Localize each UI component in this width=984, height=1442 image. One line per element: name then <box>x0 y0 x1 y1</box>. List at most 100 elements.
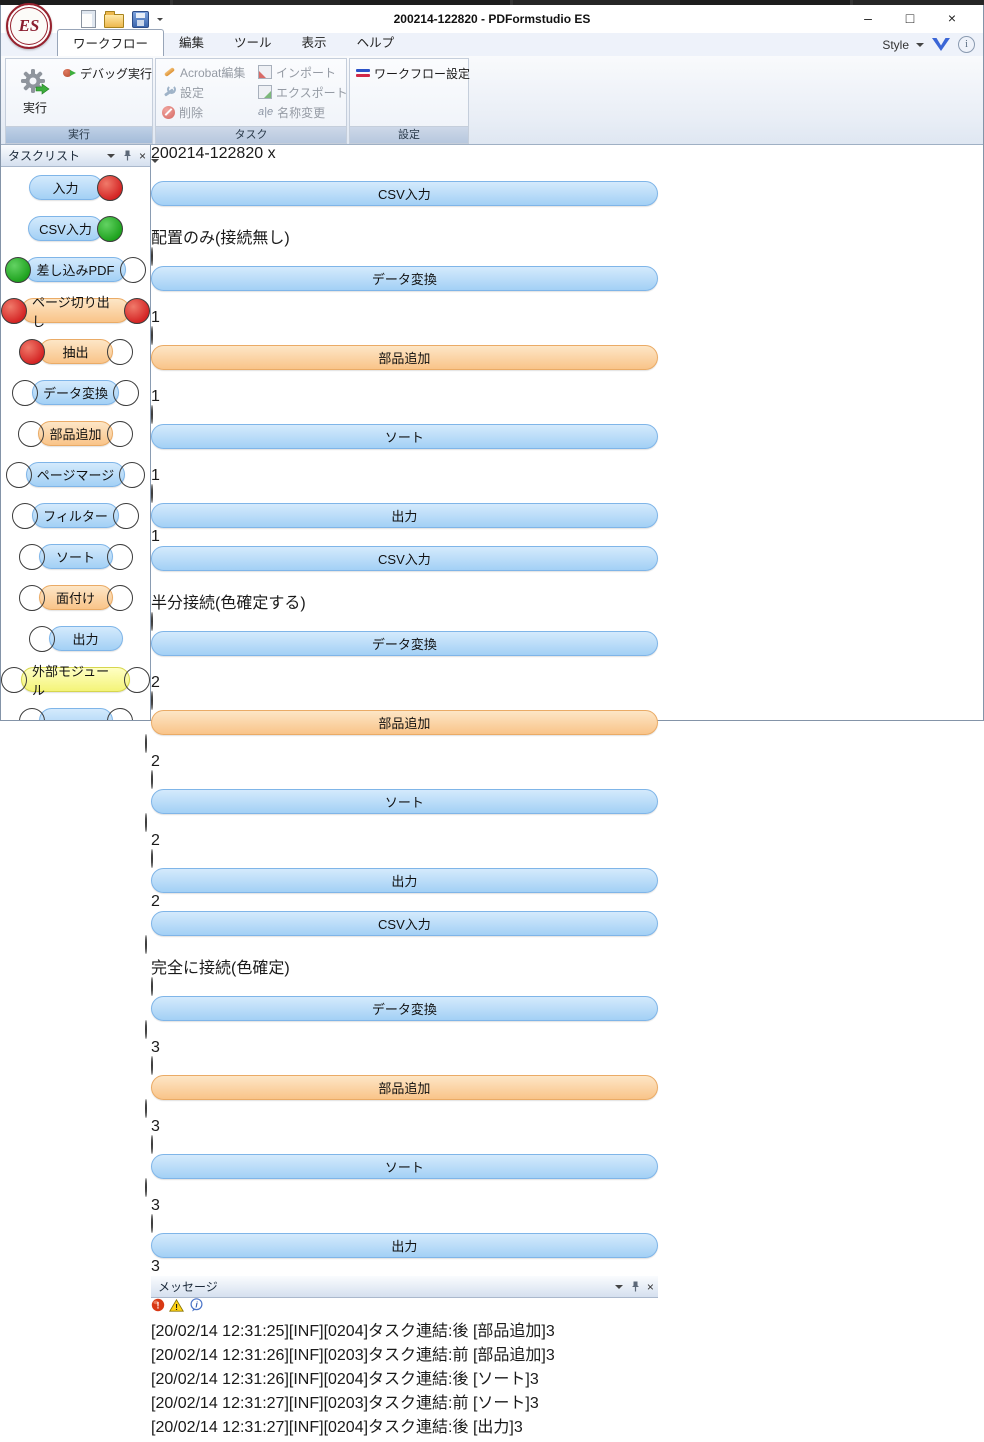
flow-node-add-parts-1[interactable]: 部品追加1 <box>151 327 658 406</box>
task-template-page-cut[interactable]: ページ切り出し <box>1 290 150 331</box>
task-settings-button[interactable]: 設定 <box>162 82 245 102</box>
minimize-button[interactable]: – <box>847 5 889 31</box>
task-template-partial-item[interactable] <box>1 700 150 720</box>
yellow-circle <box>107 339 133 365</box>
export-button[interactable]: エクスポート <box>258 82 348 102</box>
maximize-button[interactable]: □ <box>889 5 931 31</box>
rename-icon: a|e <box>258 106 273 118</box>
flow-node-data-convert-3[interactable]: データ変換3 <box>151 978 658 1057</box>
task-template-page-merge[interactable]: ページマージ <box>1 454 150 495</box>
pill-label: データ変換 <box>372 269 437 288</box>
flag-bars-icon <box>356 67 370 79</box>
green-circle <box>5 257 31 283</box>
red-circle <box>1 298 27 324</box>
task-template-input[interactable]: 入力 <box>1 167 150 208</box>
task-template-imposition[interactable]: 面付け <box>1 577 150 618</box>
flow-node-add-parts-3[interactable]: 部品追加3 <box>151 1057 658 1136</box>
tri-gby-circle <box>151 247 153 266</box>
tri-gby-circle <box>6 462 32 488</box>
application-logo[interactable]: ES <box>6 3 52 49</box>
flow-node-sort-2[interactable]: ソート2 <box>151 771 658 850</box>
ribbon-group-run-label: 実行 <box>6 126 152 143</box>
node-body: 部品追加 <box>151 327 658 388</box>
rename-button[interactable]: a|e 名称変更 <box>258 102 348 122</box>
node-caption: 3 <box>151 1258 658 1276</box>
flow-node-output-3[interactable]: 出力3 <box>151 1215 658 1276</box>
task-template-external-module[interactable]: 外部モジュール <box>1 659 150 700</box>
red-circle <box>97 175 123 201</box>
pill-label: データ変換 <box>372 999 437 1018</box>
flow-node-sort-3[interactable]: ソート 3 <box>151 1136 658 1215</box>
pill-label: 部品追加 <box>378 713 430 732</box>
task-template-mail-merge-pdf[interactable]: 差し込みPDF <box>1 249 150 290</box>
flow-node-add-parts-2[interactable]: 部品追加2 <box>151 692 658 771</box>
flow-node-csv-input-half-connected[interactable]: CSV入力半分接続(色確定する) <box>151 546 658 613</box>
tab-view[interactable]: 表示 <box>287 29 342 56</box>
close-button[interactable]: × <box>931 5 973 31</box>
pin-icon[interactable] <box>630 1281 640 1292</box>
flow-node-output-2[interactable]: 出力2 <box>151 850 658 911</box>
style-dropdown-icon[interactable] <box>916 43 924 47</box>
workflow-canvas[interactable]: CSV入力配置のみ(接続無し)データ変換1部品追加1ソート1出力1CSV入力半分… <box>151 181 658 1276</box>
acrobat-edit-label: Acrobat編集 <box>180 64 245 81</box>
warning-triangle-icon: ! <box>169 1299 184 1312</box>
tri-gby-circle <box>113 503 139 529</box>
document-tab[interactable]: 200214-122820 x <box>151 145 658 163</box>
node-caption: 3 <box>151 1197 658 1215</box>
yellow-circle <box>120 257 146 283</box>
flow-node-data-convert-2[interactable]: データ変換2 <box>151 613 658 692</box>
svg-text:!: ! <box>157 1301 160 1311</box>
tab-edit[interactable]: 編集 <box>164 29 219 56</box>
node-body: 出力 <box>151 1215 658 1258</box>
panel-menu-icon[interactable] <box>615 1285 623 1289</box>
task-template-add-parts[interactable]: 部品追加 <box>1 413 150 454</box>
task-template-filter[interactable]: フィルター <box>1 495 150 536</box>
flow-node-csv-input-fully-connected[interactable]: CSV入力完全に接続(色確定) <box>151 911 658 978</box>
task-template-sort[interactable]: ソート <box>1 536 150 577</box>
task-template-extract[interactable]: 抽出 <box>1 331 150 372</box>
task-pill: 出力 <box>49 626 123 651</box>
tab-help[interactable]: ヘルプ <box>342 29 410 56</box>
run-button[interactable]: 実行 <box>11 61 59 123</box>
flow-node-sort-1[interactable]: ソート1 <box>151 406 658 485</box>
import-button[interactable]: インポート <box>258 62 348 82</box>
log-line: [20/02/14 12:31:26][INF][0203]タスク連結:前 [部… <box>151 1341 658 1365</box>
pill-label: ソート <box>385 1157 424 1176</box>
tab-workflow[interactable]: ワークフロー <box>57 29 164 56</box>
workflow-settings-button[interactable]: ワークフロー設定 <box>356 63 470 83</box>
flow-node-output-1[interactable]: 出力1 <box>151 485 658 546</box>
node-pill: ソート <box>151 1154 658 1179</box>
ribbon-group-task: Acrobat編集 設定 削除 <box>155 58 347 144</box>
tri-gby-circle <box>12 380 38 406</box>
task-template-output[interactable]: 出力 <box>1 618 150 659</box>
close-panel-icon[interactable]: × <box>647 1281 654 1293</box>
node-pill: ソート <box>151 424 658 449</box>
info-icon[interactable]: i <box>958 36 975 53</box>
close-tab-icon[interactable]: x <box>268 145 276 162</box>
delete-button[interactable]: 削除 <box>162 102 245 122</box>
error-filter-button[interactable]: ! <box>151 1299 169 1316</box>
debug-run-button[interactable]: デバッグ実行 <box>62 63 152 83</box>
tri-gby-circle <box>107 708 133 721</box>
panel-menu-icon[interactable] <box>107 154 115 158</box>
acrobat-edit-button[interactable]: Acrobat編集 <box>162 62 245 82</box>
tab-tools[interactable]: ツール <box>219 29 287 56</box>
tri-gby-circle <box>151 405 153 424</box>
task-template-csv-input[interactable]: CSV入力 <box>1 208 150 249</box>
flow-node-data-convert-1[interactable]: データ変換1 <box>151 248 658 327</box>
log-line: [20/02/14 12:31:27][INF][0204]タスク連結:後 [出… <box>151 1413 658 1437</box>
half-gy-circle <box>124 667 150 693</box>
warning-filter-button[interactable]: ! <box>169 1299 188 1316</box>
tab-list-dropdown-icon[interactable] <box>151 159 159 180</box>
node-pill: 部品追加 <box>151 1075 658 1100</box>
log-lines: [20/02/14 12:31:25][INF][0204]タスク連結:後 [部… <box>151 1317 658 1442</box>
style-dropdown-label[interactable]: Style <box>882 38 909 52</box>
flow-node-csv-input-unconnected[interactable]: CSV入力配置のみ(接続無し) <box>151 181 658 248</box>
node-caption: 半分接続(色確定する) <box>151 589 658 613</box>
pin-icon[interactable] <box>122 150 132 161</box>
info-filter-button[interactable]: i <box>189 1299 204 1316</box>
delete-label: 削除 <box>179 104 203 121</box>
close-panel-icon[interactable]: × <box>139 150 146 162</box>
node-pill: 出力 <box>151 868 658 893</box>
task-template-data-convert[interactable]: データ変換 <box>1 372 150 413</box>
